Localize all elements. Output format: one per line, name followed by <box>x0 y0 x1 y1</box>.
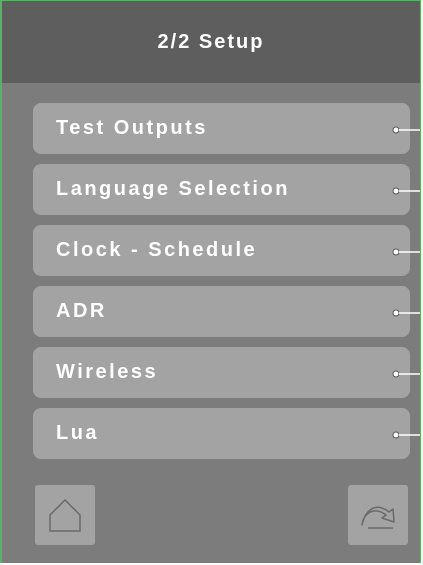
menu-item-label: Clock - Schedule <box>56 239 258 261</box>
menu-row-language-selection: Language Selection <box>33 164 420 215</box>
menu-item-label: Language Selection <box>56 178 290 200</box>
connector-icon <box>392 309 420 317</box>
menu-item-label: Wireless <box>56 361 159 383</box>
connector-icon <box>392 370 420 378</box>
menu-row-test-outputs: Test Outputs <box>33 103 420 154</box>
menu-row-lua: Lua <box>33 408 420 459</box>
menu-item-label: ADR <box>56 300 107 322</box>
connector-icon <box>392 126 420 134</box>
clock-schedule-button[interactable]: Clock - Schedule <box>33 225 410 276</box>
return-arrow-icon <box>361 506 395 529</box>
menu-item-label: Test Outputs <box>56 117 208 139</box>
home-icon <box>49 498 81 532</box>
menu-item-label: Lua <box>56 422 100 444</box>
home-button[interactable] <box>35 485 95 545</box>
menu-row-wireless: Wireless <box>33 347 420 398</box>
language-selection-button[interactable]: Language Selection <box>33 164 410 215</box>
header-bar: 2/2 Setup <box>2 1 420 83</box>
lua-button[interactable]: Lua <box>33 408 410 459</box>
test-outputs-button[interactable]: Test Outputs <box>33 103 410 154</box>
setup-screen: 2/2 Setup Test Outputs Language Selectio… <box>0 0 421 563</box>
back-button[interactable] <box>348 485 408 545</box>
page-title: 2/2 Setup <box>157 30 265 53</box>
menu-row-clock-schedule: Clock - Schedule <box>33 225 420 276</box>
connector-icon <box>392 431 420 439</box>
connector-icon <box>392 248 420 256</box>
wireless-button[interactable]: Wireless <box>33 347 410 398</box>
menu-row-adr: ADR <box>33 286 420 337</box>
connector-icon <box>392 187 420 195</box>
adr-button[interactable]: ADR <box>33 286 410 337</box>
setup-menu: Test Outputs Language Selection Clock - … <box>33 103 420 469</box>
